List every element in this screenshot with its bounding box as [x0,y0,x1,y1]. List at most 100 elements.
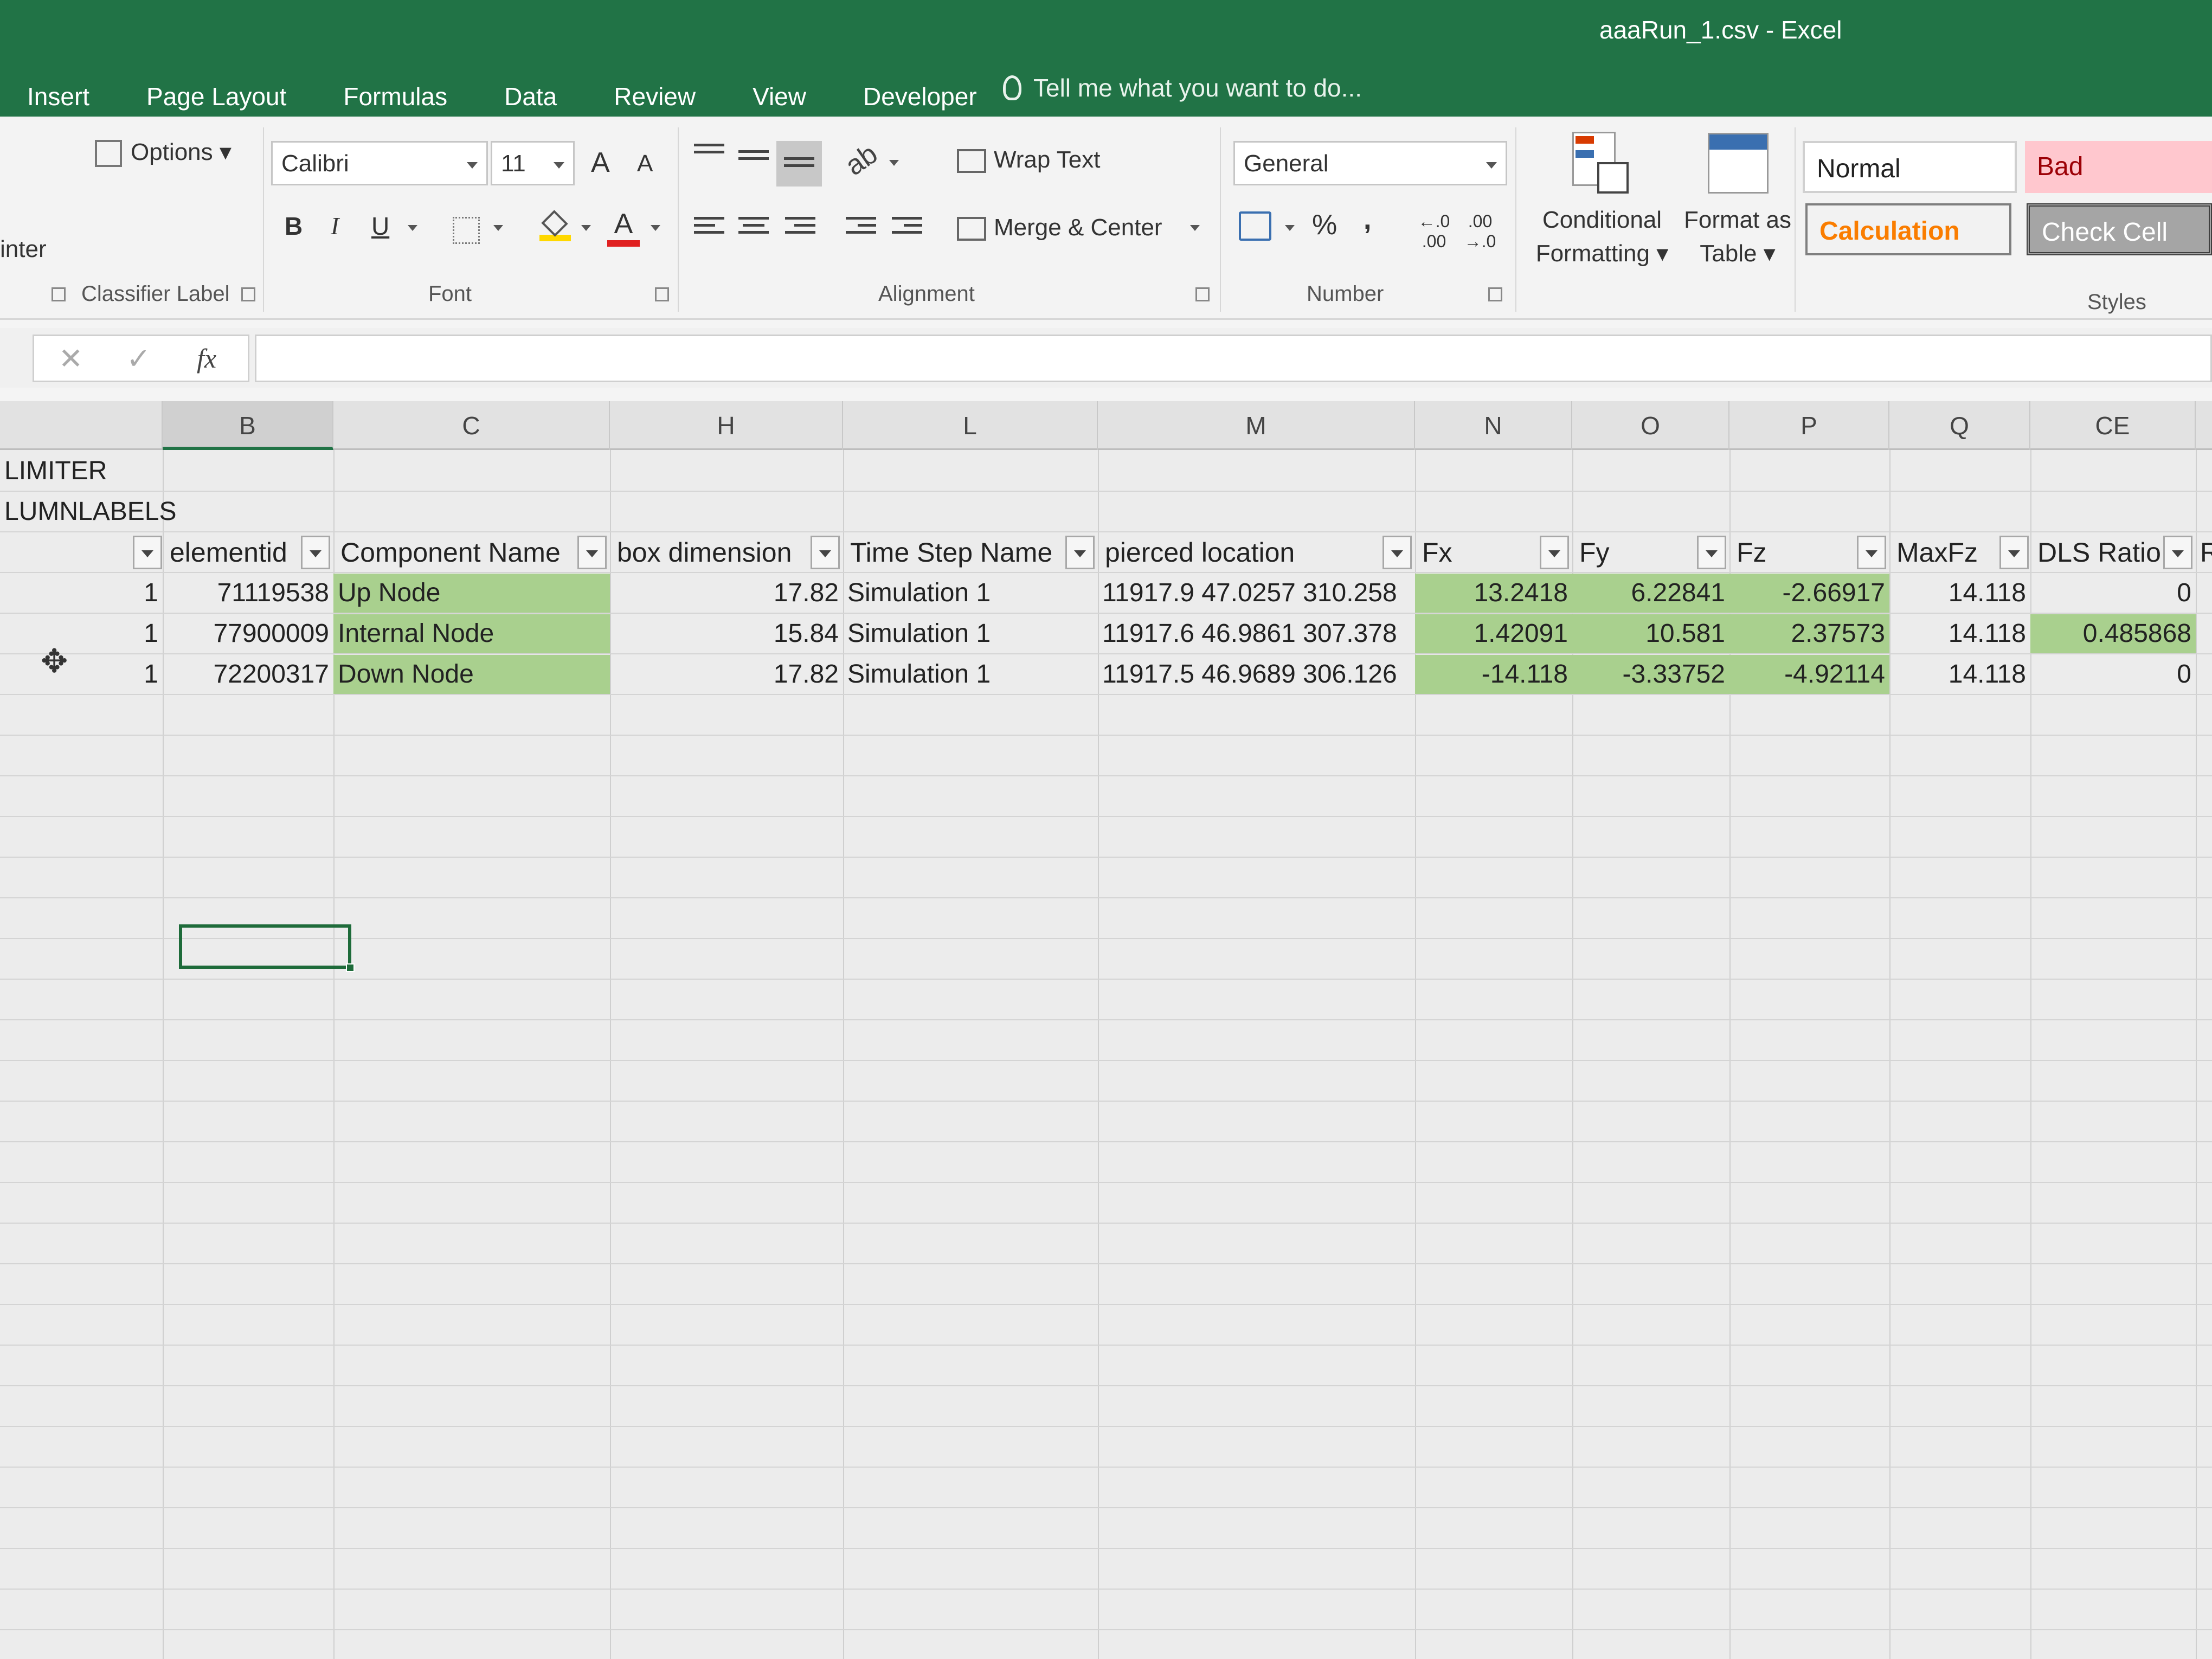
merge-center-button[interactable]: Merge & Center [957,214,1162,241]
worksheet-grid[interactable]: B C H L M N O P Q CE LIMITER LUMNLABELS … [0,401,2212,1659]
cell-box-1[interactable]: 17.82 [610,574,843,613]
tab-view[interactable]: View [753,82,806,111]
cell-limiter-label[interactable]: LIMITER [0,452,325,491]
cell-box-2[interactable]: 15.84 [610,614,843,653]
filter-dropdown-button[interactable] [1697,536,1726,569]
insert-function-icon[interactable]: fx [197,343,216,374]
cell-columnlabels-label[interactable]: LUMNLABELS [0,492,325,531]
tab-page-layout[interactable]: Page Layout [146,82,286,111]
filter-dropdown-button[interactable] [1857,536,1886,569]
header-maxfz[interactable]: MaxFz [1892,533,2001,572]
cell-dls-2[interactable]: 0.485868 [2030,614,2196,653]
classifier-dialog-launcher-icon[interactable] [241,287,255,301]
decrease-decimal-button[interactable]: .00 →.0 [1461,211,1499,252]
fill-handle[interactable] [346,963,355,972]
column-header-n[interactable]: N [1415,401,1572,450]
header-fy[interactable]: Fy [1575,533,1683,572]
column-header-h[interactable]: H [610,401,843,450]
style-check-cell[interactable]: Check Cell [2027,203,2212,255]
header-component-name[interactable]: Component Name [336,533,575,572]
column-header-l[interactable]: L [843,401,1098,450]
style-calculation[interactable]: Calculation [1805,203,2011,255]
cell-fz-2[interactable]: 2.37573 [1729,614,1889,653]
align-right-icon[interactable] [785,217,815,241]
tab-insert[interactable]: Insert [27,82,89,111]
accounting-format-icon[interactable] [1239,211,1271,241]
increase-indent-icon[interactable] [892,217,922,241]
column-header-c[interactable]: C [333,401,610,450]
column-header-m[interactable]: M [1098,401,1415,450]
alignment-dialog-launcher-icon[interactable] [1195,287,1210,301]
cell-fx-2[interactable]: 1.42091 [1415,614,1572,653]
filter-dropdown-button[interactable] [2163,536,2192,569]
chevron-down-icon[interactable] [408,225,417,231]
grow-font-button[interactable]: A [591,146,610,179]
cell-location-3[interactable]: 11917.5 46.9689 306.126 [1098,655,1415,694]
orientation-icon[interactable]: ab [839,138,884,182]
font-name-combo[interactable]: Calibri [271,141,488,185]
header-elementid[interactable]: elementid [165,533,301,572]
increase-decimal-button[interactable]: ←.0 .00 [1415,211,1453,252]
percent-style-button[interactable]: % [1312,209,1337,241]
cell-dls-3[interactable]: 0 [2030,655,2196,694]
align-bottom-button[interactable] [776,141,822,187]
header-pierced-location[interactable]: pierced location [1101,533,1372,572]
align-center-icon[interactable] [738,217,769,241]
filter-dropdown-button[interactable] [133,536,162,569]
italic-button[interactable]: I [331,211,339,240]
header-time-step-name[interactable]: Time Step Name [846,533,1063,572]
filter-dropdown-button[interactable] [1540,536,1569,569]
fill-color-icon[interactable] [539,210,571,243]
comma-style-button[interactable]: , [1364,203,1371,236]
cell-dls-1[interactable]: 0 [2030,574,2196,613]
shrink-font-button[interactable]: A [637,150,653,177]
column-header-a[interactable] [0,401,163,450]
font-size-combo[interactable]: 11 [491,141,575,185]
chevron-down-icon[interactable] [1285,225,1295,231]
format-as-table-button[interactable]: Format as Table ▾ [1678,203,1797,271]
header-fx[interactable]: Fx [1418,533,1526,572]
wrap-text-button[interactable]: Wrap Text [957,146,1100,173]
cell-elementid-1[interactable]: 71119538 [163,574,333,613]
cancel-icon[interactable]: ✕ [59,342,83,376]
tab-review[interactable]: Review [614,82,696,111]
cell-location-2[interactable]: 11917.6 46.9861 307.378 [1098,614,1415,653]
filter-dropdown-button[interactable] [1382,536,1412,569]
format-painter-label[interactable]: inter [0,236,47,263]
cell-a-1[interactable]: 1 [0,574,163,613]
tell-me-box[interactable]: Tell me what you want to do... [1003,73,1362,102]
chevron-down-icon[interactable] [493,225,503,231]
font-dialog-launcher-icon[interactable] [655,287,669,301]
cell-timestep-1[interactable]: Simulation 1 [843,574,1098,613]
formula-input[interactable] [255,335,2212,382]
align-top-icon[interactable] [694,144,724,168]
conditional-formatting-icon[interactable] [1572,132,1633,196]
borders-icon[interactable] [453,217,480,244]
cell-component-2[interactable]: Internal Node [333,614,610,653]
align-middle-icon[interactable] [738,150,769,174]
filter-dropdown-button[interactable] [1999,536,2029,569]
filter-dropdown-button[interactable] [1065,536,1095,569]
header-box-dimension[interactable]: box dimension [613,533,813,572]
chevron-down-icon[interactable] [889,160,899,166]
header-dls-ratio[interactable]: DLS Ratio [2033,533,2163,572]
cell-fy-1[interactable]: 6.22841 [1572,574,1729,613]
filter-dropdown-button[interactable] [577,536,607,569]
cell-timestep-3[interactable]: Simulation 1 [843,655,1098,694]
cell-fy-2[interactable]: 10.581 [1572,614,1729,653]
conditional-formatting-button[interactable]: Conditional Formatting ▾ [1534,203,1670,271]
header-fz[interactable]: Fz [1732,533,1841,572]
cell-box-3[interactable]: 17.82 [610,655,843,694]
format-as-table-icon[interactable] [1708,133,1769,194]
enter-icon[interactable]: ✓ [126,342,151,376]
column-header-b[interactable]: B [163,401,333,450]
cell-fx-1[interactable]: 13.2418 [1415,574,1572,613]
bold-button[interactable]: B [285,211,303,241]
cell-a-2[interactable]: 1 [0,614,163,653]
decrease-indent-icon[interactable] [846,217,876,241]
font-color-icon[interactable]: A [607,208,640,247]
chevron-down-icon[interactable] [1190,225,1200,231]
cell-component-1[interactable]: Up Node [333,574,610,613]
options-button[interactable]: Options ▾ [95,138,232,168]
style-normal[interactable]: Normal [1803,141,2017,193]
